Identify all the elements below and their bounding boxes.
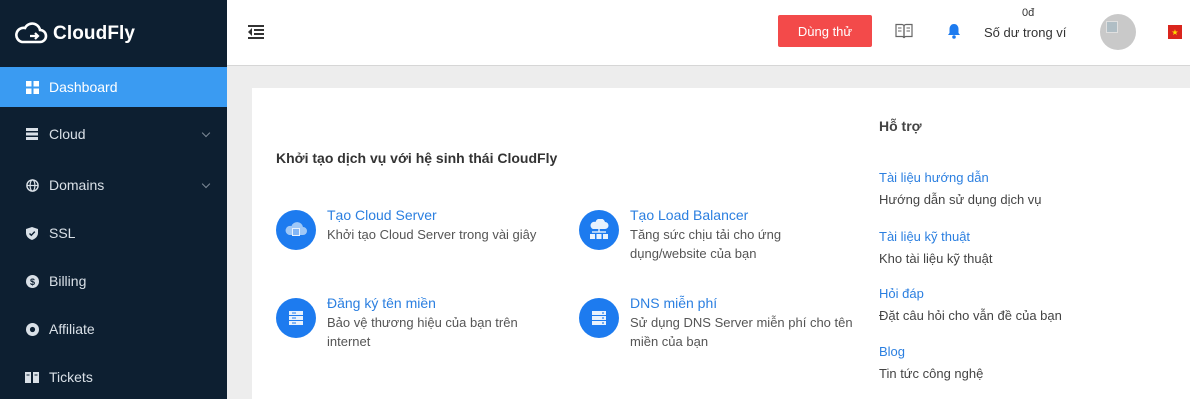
cloud-logo-icon (15, 21, 48, 43)
menu-toggle-icon[interactable] (248, 25, 264, 39)
dollar-icon: $ (25, 274, 39, 288)
wallet-balance-amount: 0đ (1022, 7, 1035, 19)
sidebar-item-label: Cloud (49, 126, 86, 142)
support-link[interactable]: Hỏi đáp (879, 285, 1062, 303)
sidebar-item-label: SSL (49, 225, 76, 241)
service-link[interactable]: Đăng ký tên miền (327, 294, 555, 312)
chevron-down-icon (201, 128, 211, 138)
trial-button[interactable]: Dùng thử (778, 15, 872, 47)
support-description: Tin tức công nghệ (879, 366, 984, 381)
ticket-icon (25, 370, 39, 384)
service-description: Sử dụng DNS Server miễn phí cho tên miền… (630, 315, 853, 349)
service-item-dns: DNS miễn phí Sử dụng DNS Server miễn phí… (579, 294, 869, 351)
sidebar-item-label: Billing (49, 273, 87, 289)
svg-text:$: $ (29, 277, 34, 287)
support-item-blog: Blog Tin tức công nghệ (879, 343, 983, 383)
logo[interactable]: CloudFly (0, 0, 227, 67)
globe-icon (25, 178, 39, 192)
service-link[interactable]: Tạo Load Balancer (630, 206, 858, 224)
top-header: Dùng thử 0đ Số dư trong ví ★ (227, 0, 1190, 66)
support-description: Đặt câu hỏi cho vẫn đề của bạn (879, 308, 1062, 323)
service-link[interactable]: Tạo Cloud Server (327, 206, 555, 224)
affiliate-icon (25, 322, 39, 336)
sidebar-item-dashboard[interactable]: Dashboard (0, 67, 227, 107)
wallet-balance-label: Số dư trong ví (984, 25, 1067, 40)
avatar[interactable] (1100, 14, 1136, 50)
support-link[interactable]: Tài liệu hướng dẫn (879, 169, 1042, 187)
bell-icon[interactable] (947, 23, 961, 44)
service-item-domain: Đăng ký tên miền Bảo vệ thương hiệu của … (276, 294, 566, 351)
sidebar-item-label: Domains (49, 177, 105, 193)
support-item-technical-docs: Tài liệu kỹ thuật Kho tài liệu kỹ thuật (879, 228, 992, 268)
service-description: Khởi tạo Cloud Server trong vài giây (327, 227, 537, 242)
server-icon (25, 127, 39, 141)
load-balancer-icon[interactable] (579, 210, 619, 250)
support-link[interactable]: Tài liệu kỹ thuật (879, 228, 992, 246)
service-item-cloud-server: Tạo Cloud Server Khởi tạo Cloud Server t… (276, 206, 566, 250)
service-description: Tăng sức chịu tải cho ứng dụng/website c… (630, 227, 782, 261)
sidebar-item-label: Affiliate (49, 321, 95, 337)
sidebar-item-tickets[interactable]: Tickets (0, 353, 227, 399)
sidebar-item-domains[interactable]: Domains (0, 161, 227, 209)
domain-icon[interactable] (276, 298, 316, 338)
support-item-guide: Tài liệu hướng dẫn Hướng dẫn sử dụng dịc… (879, 169, 1042, 209)
service-description: Bảo vệ thương hiệu của bạn trên internet (327, 315, 518, 349)
sidebar-item-cloud[interactable]: Cloud (0, 107, 227, 161)
services-section-title: Khởi tạo dịch vụ với hệ sinh thái CloudF… (276, 150, 558, 166)
sidebar-item-ssl[interactable]: SSL (0, 209, 227, 257)
support-description: Kho tài liệu kỹ thuật (879, 251, 993, 266)
vietnam-flag-icon[interactable]: ★ (1168, 25, 1182, 39)
book-icon[interactable] (895, 23, 913, 44)
service-item-load-balancer: Tạo Load Balancer Tăng sức chịu tải cho … (579, 206, 869, 263)
support-description: Hướng dẫn sử dụng dịch vụ (879, 192, 1042, 207)
sidebar: CloudFly Dashboard Cloud Domains SSL $ B… (0, 0, 227, 399)
sidebar-item-label: Tickets (49, 369, 93, 385)
support-section-title: Hỗ trợ (879, 118, 922, 134)
grid-icon (25, 80, 39, 94)
shield-icon (25, 226, 39, 240)
sidebar-item-billing[interactable]: $ Billing (0, 257, 227, 305)
sidebar-item-label: Dashboard (49, 79, 118, 95)
brand-name: CloudFly (53, 22, 136, 44)
chevron-down-icon (201, 179, 211, 189)
support-item-faq: Hỏi đáp Đặt câu hỏi cho vẫn đề của bạn (879, 285, 1062, 325)
dashboard-card: Khởi tạo dịch vụ với hệ sinh thái CloudF… (252, 88, 1190, 399)
sidebar-item-affiliate[interactable]: Affiliate (0, 305, 227, 353)
support-link[interactable]: Blog (879, 343, 983, 361)
cloud-server-icon[interactable] (276, 210, 316, 250)
service-link[interactable]: DNS miễn phí (630, 294, 858, 312)
dns-icon[interactable] (579, 298, 619, 338)
